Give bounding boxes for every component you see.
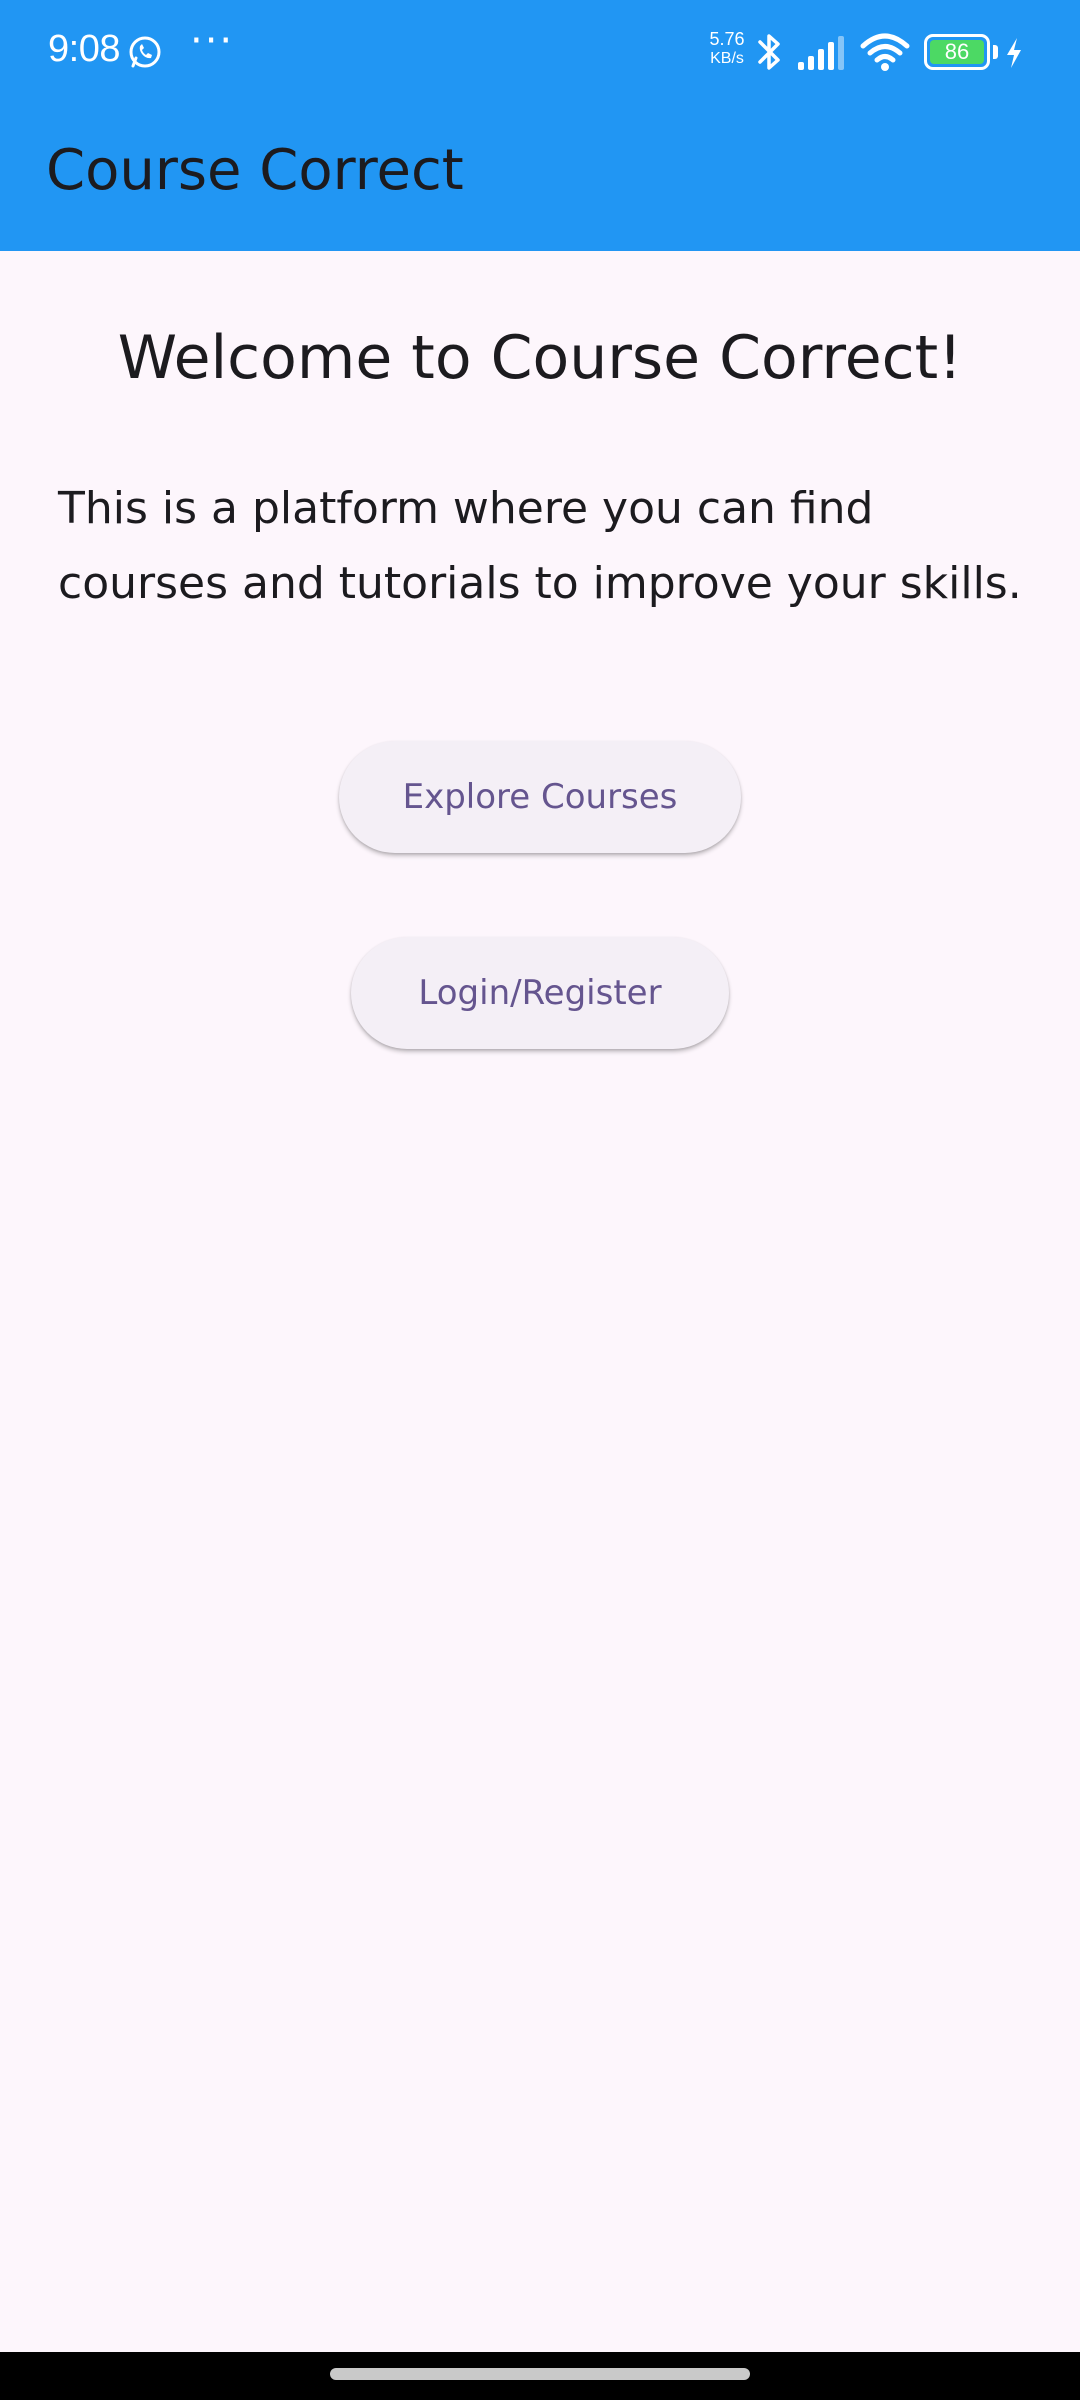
- welcome-heading: Welcome to Course Correct!: [117, 323, 963, 393]
- main-content: Welcome to Course Correct! This is a pla…: [0, 251, 1080, 2351]
- app-screen: 9:08 ··· 5.76 KB/s 86 Course Correct Wel…: [0, 0, 1080, 2400]
- home-gesture-handle[interactable]: [330, 2368, 750, 2380]
- more-notifications-indicator: ···: [190, 18, 235, 64]
- battery-icon: 86: [924, 34, 990, 70]
- explore-courses-button[interactable]: Explore Courses: [339, 741, 741, 853]
- network-speed-unit: KB/s: [710, 50, 744, 67]
- status-bar: 9:08 ··· 5.76 KB/s 86: [0, 0, 1080, 104]
- signal-icon: [798, 36, 844, 70]
- wifi-icon: [860, 33, 910, 71]
- top-bar: 9:08 ··· 5.76 KB/s 86 Course Correct: [0, 0, 1080, 251]
- network-speed: 5.76 KB/s: [706, 30, 748, 68]
- status-time: 9:08: [48, 28, 120, 70]
- bluetooth-icon: [758, 34, 780, 70]
- charging-icon: [1007, 38, 1021, 68]
- battery-tip: [993, 45, 998, 59]
- network-speed-value: 5.76: [709, 29, 745, 49]
- app-bar-title: Course Correct: [46, 138, 464, 203]
- whatsapp-icon: [129, 36, 161, 68]
- intro-text: This is a platform where you can find co…: [58, 483, 1022, 609]
- battery-level: 86: [944, 39, 970, 64]
- login-register-button[interactable]: Login/Register: [351, 937, 729, 1049]
